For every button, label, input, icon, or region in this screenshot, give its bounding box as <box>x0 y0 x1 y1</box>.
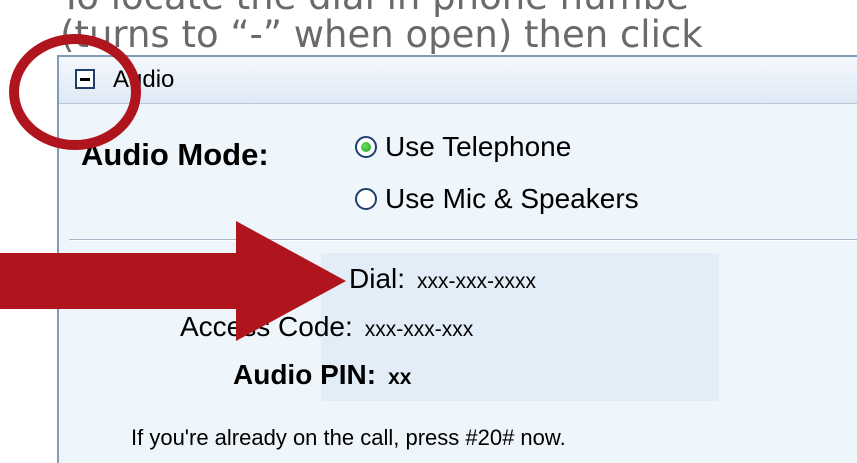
arrow-annotation <box>0 221 346 341</box>
audio-pin-value: xx <box>388 366 412 389</box>
dial-value: xxx-xxx-xxxx <box>417 270 537 293</box>
radio-label-telephone: Use Telephone <box>385 131 572 162</box>
circle-annotation <box>9 34 141 150</box>
radio-use-mic-speakers[interactable]: Use Mic & Speakers <box>355 183 639 215</box>
audio-pin-row: Audio PIN: xx <box>233 359 411 391</box>
radio-unselected-icon[interactable] <box>355 188 377 210</box>
radio-label-mic-speakers: Use Mic & Speakers <box>385 183 639 214</box>
audio-panel-header[interactable]: Audio <box>59 57 857 104</box>
access-code-value: xxx-xxx-xxx <box>364 318 474 341</box>
audio-pin-label: Audio PIN: <box>233 359 377 390</box>
radio-selected-icon[interactable] <box>355 136 377 158</box>
caption-line-2: (turns to “-” when open) then click <box>60 13 703 54</box>
already-on-call-note: If you're already on the call, press #20… <box>131 425 566 450</box>
radio-use-telephone[interactable]: Use Telephone <box>355 131 571 163</box>
audio-mode-label: Audio Mode: <box>81 137 269 172</box>
dial-label: Dial: <box>349 263 406 294</box>
instruction-caption: To locate the dial in phone numbe (turns… <box>60 0 857 54</box>
dial-row: Dial: xxx-xxx-xxxx <box>349 263 536 295</box>
